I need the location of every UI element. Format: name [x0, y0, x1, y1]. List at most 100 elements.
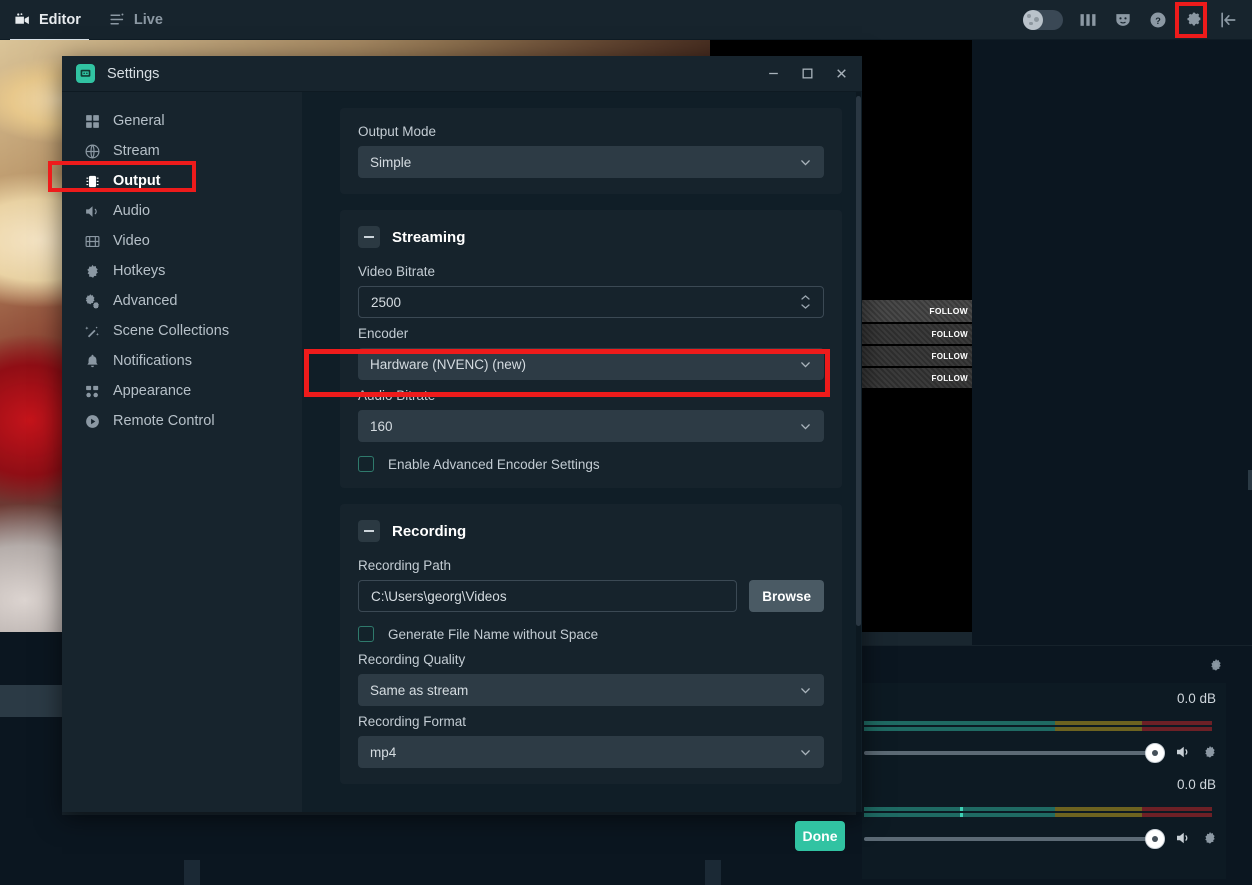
- channel-volume-slider[interactable]: [864, 751, 1154, 755]
- tab-editor-label: Editor: [39, 11, 81, 28]
- sidebar-item-output[interactable]: Output: [62, 166, 302, 196]
- bottom-bar-chip: [705, 860, 721, 885]
- sidebar-item-hotkeys[interactable]: Hotkeys: [62, 256, 302, 286]
- globe-icon: [85, 144, 100, 158]
- settings-dialog: Settings General Stream Output Audio Vid…: [62, 56, 862, 812]
- top-navigation-bar: Editor Live ?: [0, 0, 1252, 41]
- channel-settings-gear-icon[interactable]: [1202, 830, 1218, 846]
- svg-text:?: ?: [1155, 15, 1161, 25]
- tab-editor[interactable]: Editor: [0, 0, 95, 41]
- recording-format-select[interactable]: mp4: [358, 736, 824, 768]
- gear-icon[interactable]: [1183, 10, 1203, 30]
- advanced-encoder-checkbox[interactable]: [358, 456, 374, 472]
- video-bitrate-label: Video Bitrate: [358, 264, 436, 279]
- channel-db-value: 0.0 dB: [1176, 691, 1216, 706]
- minimize-icon: [768, 72, 778, 75]
- sidebar-item-remote-control[interactable]: Remote Control: [62, 406, 302, 436]
- channel-level-meter: [864, 807, 1212, 817]
- video-bitrate-value: 2500: [371, 294, 402, 310]
- advanced-encoder-checkbox-row[interactable]: Enable Advanced Encoder Settings: [358, 456, 824, 472]
- video-bitrate-stepper[interactable]: [800, 294, 811, 310]
- recording-collapse-toggle[interactable]: [358, 520, 380, 542]
- columns-icon[interactable]: [1078, 10, 1098, 30]
- dialog-scrollbar[interactable]: [856, 92, 861, 812]
- recording-path-input[interactable]: C:\Users\georg\Videos: [358, 580, 738, 612]
- settings-content: Output Mode Simple Streaming Video Bitra…: [302, 92, 862, 812]
- settings-sidebar: General Stream Output Audio Video Hotkey…: [62, 92, 302, 812]
- done-button[interactable]: Done: [795, 821, 845, 851]
- audio-bitrate-label: Audio Bitrate: [358, 388, 436, 403]
- wand-icon: [85, 326, 99, 337]
- streaming-collapse-toggle[interactable]: [358, 226, 380, 248]
- gears-icon: [85, 293, 99, 309]
- sidebar-item-advanced[interactable]: Advanced: [62, 286, 302, 316]
- follow-alert-label: FOLLOW: [931, 351, 968, 361]
- sidebar-item-general[interactable]: General: [62, 106, 302, 136]
- bottom-bar-chip: [184, 860, 200, 885]
- recording-section-header: Recording: [358, 520, 824, 542]
- audio-bitrate-select[interactable]: 160: [358, 410, 824, 442]
- bell-icon: [87, 354, 98, 367]
- chevron-down-icon: [801, 361, 810, 367]
- close-button[interactable]: [824, 57, 858, 91]
- channel-volume-knob[interactable]: [1145, 743, 1165, 763]
- help-icon[interactable]: ?: [1148, 10, 1168, 30]
- minimize-button[interactable]: [756, 57, 790, 91]
- camera-icon: [15, 13, 29, 25]
- recording-format-label: Recording Format: [358, 714, 467, 729]
- sliders-icon: [110, 13, 124, 25]
- streaming-card: Streaming Video Bitrate 2500 Encoder Har…: [340, 210, 842, 488]
- video-bitrate-input[interactable]: 2500: [358, 286, 824, 318]
- sidebar-item-appearance[interactable]: Appearance: [62, 376, 302, 406]
- sidebar-item-label: Output: [113, 173, 161, 189]
- maximize-button[interactable]: [790, 57, 824, 91]
- mixer-settings-gear-icon[interactable]: [1208, 657, 1224, 673]
- sidebar-item-label: Remote Control: [113, 413, 215, 429]
- nospace-checkbox-label: Generate File Name without Space: [388, 626, 599, 642]
- moon-icon: [1023, 9, 1043, 30]
- follow-alert-label: FOLLOW: [931, 329, 968, 339]
- encoder-label: Encoder: [358, 326, 409, 341]
- chip-icon: [86, 175, 99, 187]
- chevron-down-icon: [801, 159, 810, 165]
- speaker-icon[interactable]: [1174, 743, 1192, 761]
- recording-quality-select[interactable]: Same as stream: [358, 674, 824, 706]
- sidebar-item-label: Advanced: [113, 293, 178, 309]
- background-selected-scene[interactable]: [0, 685, 62, 717]
- channel-settings-gear-icon[interactable]: [1202, 744, 1218, 760]
- channel-volume-knob[interactable]: [1145, 829, 1165, 849]
- browse-button[interactable]: Browse: [749, 580, 824, 612]
- nospace-checkbox-row[interactable]: Generate File Name without Space: [358, 626, 824, 642]
- sidebar-item-label: Notifications: [113, 353, 192, 369]
- encoder-select[interactable]: Hardware (NVENC) (new): [358, 348, 824, 380]
- maximize-icon: [802, 68, 812, 79]
- channel-volume-slider[interactable]: [864, 837, 1154, 841]
- sidebar-item-label: Stream: [113, 143, 160, 159]
- night-mode-toggle[interactable]: [1023, 9, 1063, 30]
- mixer-channel: 0.0 dB: [862, 769, 1226, 855]
- tab-live[interactable]: Live: [95, 0, 177, 40]
- sidebar-item-label: Hotkeys: [113, 263, 166, 279]
- channel-db-value: 0.0 dB: [1176, 777, 1216, 792]
- theater-masks-icon[interactable]: [1113, 10, 1133, 30]
- output-mode-card: Output Mode Simple: [340, 108, 842, 194]
- chevron-down-icon: [801, 687, 810, 693]
- channel-level-meter: [864, 721, 1212, 731]
- right-edge-handle[interactable]: [1248, 470, 1252, 490]
- sidebar-item-scene-collections[interactable]: Scene Collections: [62, 316, 302, 346]
- sidebar-item-stream[interactable]: Stream: [62, 136, 302, 166]
- audio-bitrate-value: 160: [370, 418, 393, 434]
- speaker-icon: [86, 205, 97, 217]
- sidebar-item-notifications[interactable]: Notifications: [62, 346, 302, 376]
- sidebar-item-video[interactable]: Video: [62, 226, 302, 256]
- output-mode-select[interactable]: Simple: [358, 146, 824, 178]
- speaker-icon[interactable]: [1174, 829, 1192, 847]
- follow-alert-row: FOLLOW: [862, 300, 972, 322]
- play-circle-icon: [86, 414, 99, 428]
- nospace-checkbox[interactable]: [358, 626, 374, 642]
- recording-quality-label: Recording Quality: [358, 652, 466, 667]
- sidebar-item-audio[interactable]: Audio: [62, 196, 302, 226]
- collapse-icon[interactable]: [1218, 10, 1238, 30]
- output-mode-value: Simple: [370, 154, 412, 170]
- sidebar-item-label: Scene Collections: [113, 323, 230, 339]
